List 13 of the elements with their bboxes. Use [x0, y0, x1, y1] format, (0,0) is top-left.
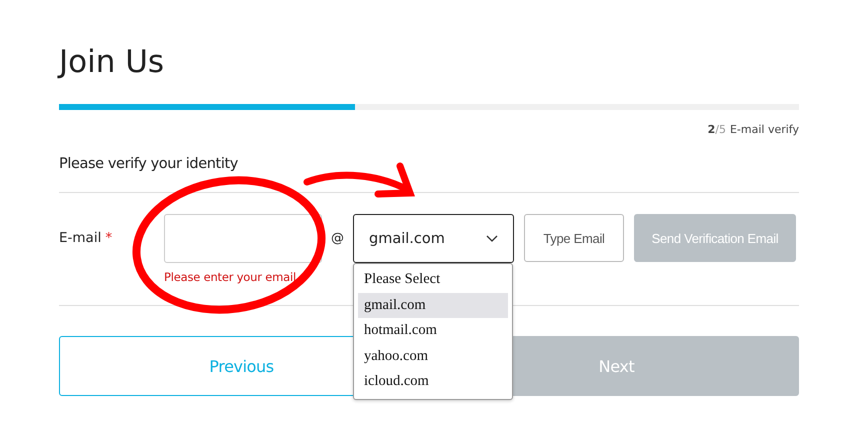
step-label: E-mail verify [730, 123, 799, 136]
email-input[interactable] [164, 214, 322, 263]
chevron-down-icon [486, 234, 498, 242]
page-title: Join Us [59, 43, 166, 82]
dropdown-option[interactable]: Please Select [358, 267, 508, 292]
error-message: Please enter your email [164, 270, 297, 284]
type-email-button[interactable]: Type Email [524, 214, 624, 262]
section-title: Please verify your identity [59, 156, 239, 172]
step-counter: 2/5 [708, 123, 726, 136]
at-sign: @ [330, 230, 345, 248]
domain-select[interactable]: gmail.com [353, 214, 514, 263]
email-label: E-mail * [59, 229, 114, 248]
dropdown-option[interactable]: gmail.com [358, 292, 508, 318]
